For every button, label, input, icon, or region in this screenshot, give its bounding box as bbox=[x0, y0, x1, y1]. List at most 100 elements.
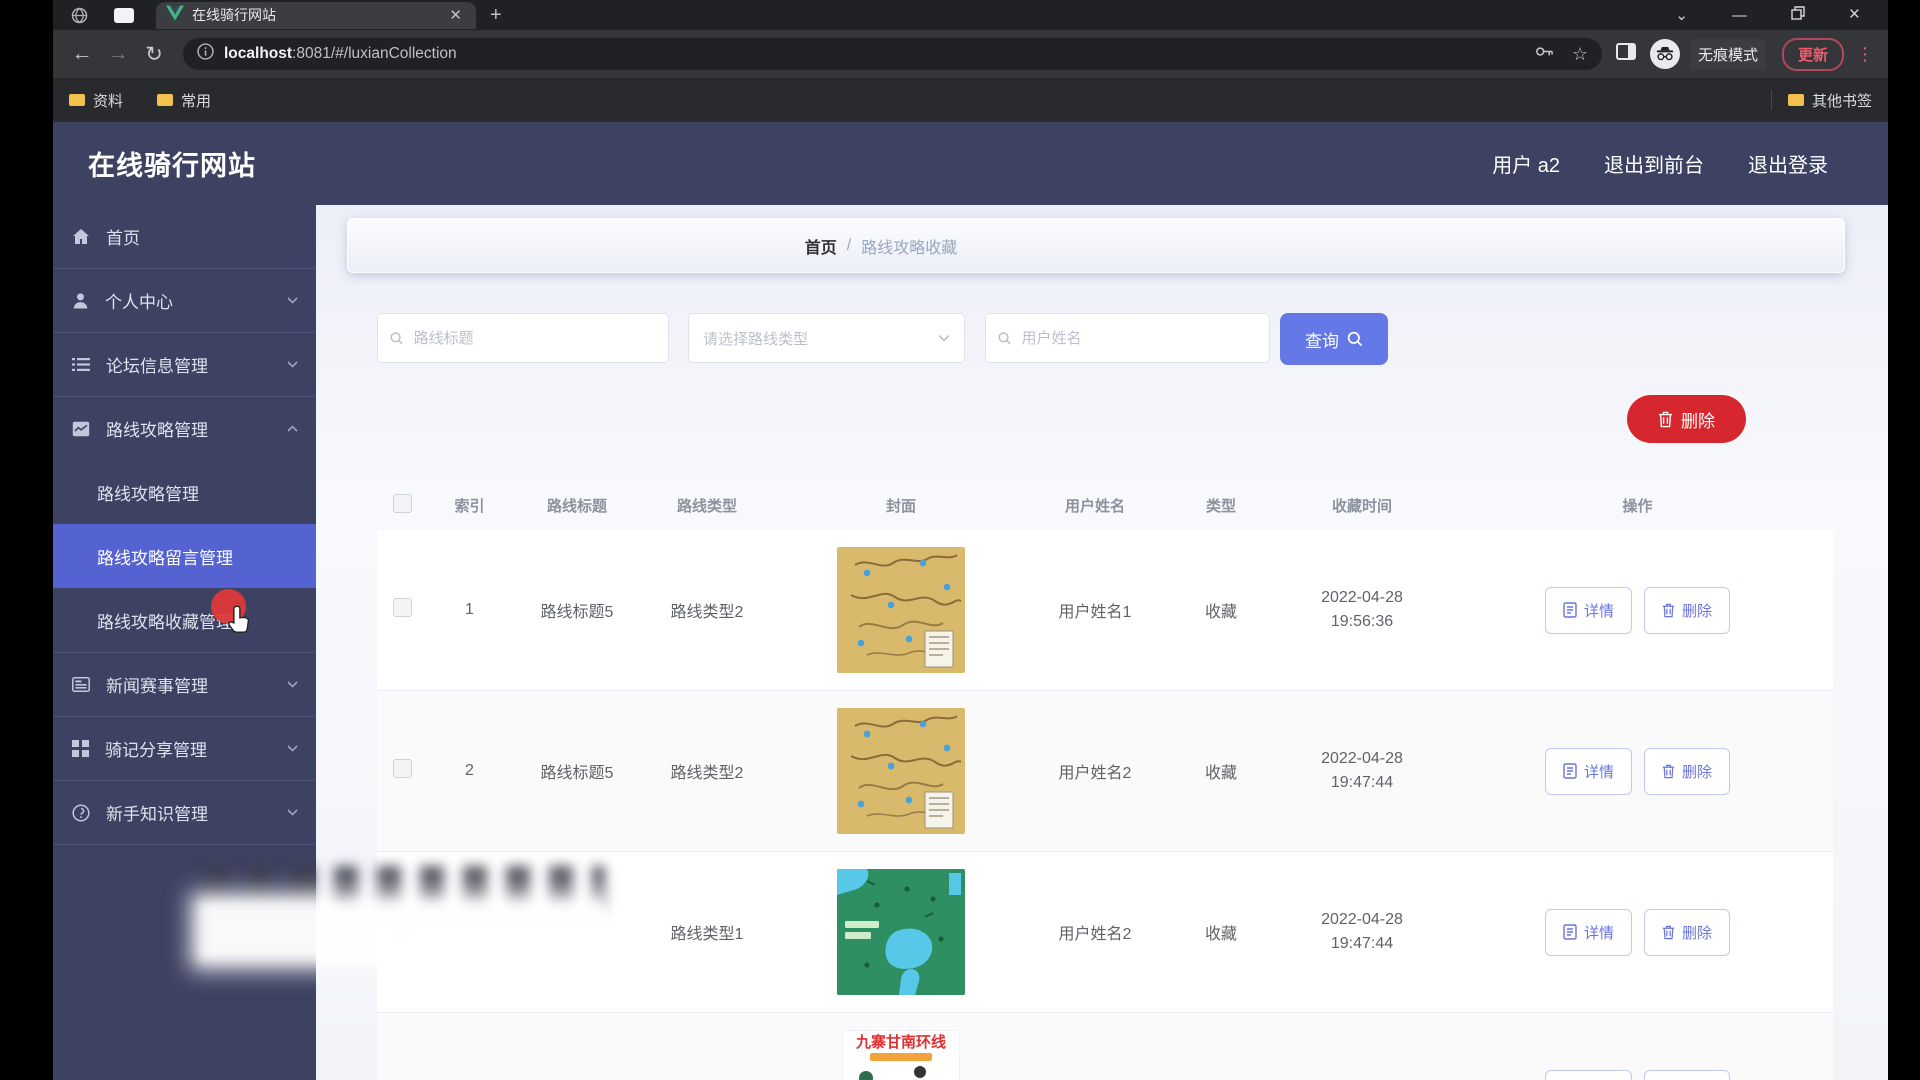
restore-icon[interactable] bbox=[1791, 6, 1805, 24]
document-icon bbox=[1563, 602, 1577, 618]
minimize-icon[interactable]: — bbox=[1732, 7, 1747, 24]
detail-button[interactable]: 详情 bbox=[1545, 1070, 1632, 1080]
user-name-input[interactable] bbox=[1020, 329, 1257, 348]
document-icon bbox=[1563, 763, 1577, 779]
detail-button[interactable]: 详情 bbox=[1545, 587, 1632, 634]
cell-type: 路线类型1 bbox=[642, 920, 772, 944]
select-all-checkbox[interactable] bbox=[393, 494, 412, 513]
col-time: 收藏时间 bbox=[1282, 495, 1442, 516]
site-info-icon[interactable] bbox=[197, 43, 214, 65]
cell-kind: 收藏 bbox=[1160, 598, 1282, 622]
exit-to-front-link[interactable]: 退出到前台 bbox=[1604, 149, 1704, 178]
route-title-field[interactable] bbox=[377, 313, 669, 363]
cell-time: 2022-04-2819:56:36 bbox=[1282, 586, 1442, 634]
detail-button[interactable]: 详情 bbox=[1545, 909, 1632, 956]
row-delete-button[interactable]: 删除 bbox=[1644, 909, 1730, 956]
col-title: 路线标题 bbox=[512, 495, 642, 516]
row-delete-button[interactable]: 删除 bbox=[1644, 587, 1730, 634]
row-checkbox[interactable] bbox=[393, 759, 412, 778]
table-row: 1 路线标题5 路线类型2 用户姓名1 收藏 2022-04-2819:56:3… bbox=[377, 530, 1833, 691]
breadcrumb-separator: / bbox=[847, 237, 851, 255]
logout-link[interactable]: 退出登录 bbox=[1748, 149, 1828, 178]
table-header: 索引 路线标题 路线类型 封面 用户姓名 类型 收藏时间 操作 bbox=[377, 480, 1833, 530]
row-checkbox[interactable] bbox=[393, 598, 412, 617]
search-icon bbox=[1347, 331, 1363, 347]
bulk-delete-button[interactable]: 删除 bbox=[1627, 395, 1746, 443]
bookmark-star-icon[interactable]: ☆ bbox=[1572, 44, 1588, 65]
browser-tab[interactable]: 在线骑行网站 ✕ bbox=[156, 2, 476, 29]
cell-index: 2 bbox=[427, 762, 512, 780]
chevron-down-icon bbox=[938, 334, 950, 342]
breadcrumb-home[interactable]: 首页 bbox=[805, 234, 837, 258]
cell-time: 2022-04-2819:47:44 bbox=[1282, 908, 1442, 956]
current-user[interactable]: 用户 a2 bbox=[1492, 149, 1560, 178]
query-button[interactable]: 查询 bbox=[1280, 313, 1388, 365]
tab-strip: 在线骑行网站 ✕ + ⌄ — × bbox=[53, 0, 1888, 30]
forward-icon[interactable]: → bbox=[103, 42, 133, 66]
breadcrumb-current: 路线攻略收藏 bbox=[861, 234, 957, 258]
sidebar-item-route-guide[interactable]: 路线攻略管理 bbox=[53, 397, 316, 460]
incognito-icon[interactable] bbox=[1650, 39, 1680, 69]
password-key-icon[interactable] bbox=[1535, 45, 1554, 63]
cover-image[interactable] bbox=[772, 708, 1030, 834]
new-tab-icon[interactable]: + bbox=[490, 4, 502, 27]
document-icon bbox=[1563, 924, 1577, 940]
cell-title: 路线标题5 bbox=[512, 598, 642, 622]
cover-image[interactable] bbox=[772, 547, 1030, 673]
table-row: 2 路线标题5 路线类型2 用户姓名2 收藏 2022-04-2819:47:4… bbox=[377, 691, 1833, 852]
cell-user: 用户姓名2 bbox=[1030, 759, 1160, 783]
cell-kind: 收藏 bbox=[1160, 920, 1282, 944]
col-actions: 操作 bbox=[1442, 495, 1833, 516]
detail-button[interactable]: 详情 bbox=[1545, 748, 1632, 795]
sidebar-item-forum-info[interactable]: 论坛信息管理 bbox=[53, 333, 316, 396]
list-icon bbox=[72, 357, 90, 372]
back-icon[interactable]: ← bbox=[67, 42, 97, 66]
sidebar-subitem-route-guide-collection[interactable]: 路线攻略收藏管理 bbox=[53, 588, 316, 652]
other-bookmarks[interactable]: 其他书签 bbox=[1788, 90, 1872, 111]
breadcrumb: 首页 / 路线攻略收藏 bbox=[347, 218, 1845, 273]
update-button[interactable]: 更新 bbox=[1782, 38, 1844, 71]
col-type: 路线类型 bbox=[642, 495, 772, 516]
globe-icon bbox=[71, 7, 88, 24]
bookmark-folder[interactable]: 资料 bbox=[69, 90, 123, 111]
user-name-field[interactable] bbox=[985, 313, 1270, 363]
pinned-app-icon[interactable] bbox=[114, 8, 134, 23]
chevron-down-icon bbox=[287, 361, 298, 368]
route-title-input[interactable] bbox=[412, 329, 656, 348]
chevron-down-icon bbox=[287, 809, 298, 816]
divider bbox=[1771, 90, 1772, 110]
cover-image[interactable] bbox=[772, 869, 1030, 995]
user-icon bbox=[72, 292, 89, 309]
cell-index: 1 bbox=[427, 601, 512, 619]
sidebar-item-riding-share[interactable]: 骑记分享管理 bbox=[53, 717, 316, 780]
address-bar[interactable]: localhost:8081/#/luxianCollection ☆ bbox=[183, 38, 1602, 70]
close-window-icon[interactable]: × bbox=[1849, 4, 1860, 26]
vue-favicon bbox=[166, 5, 184, 26]
sidebar-subitem-route-guide-manage[interactable]: 路线攻略管理 bbox=[53, 460, 316, 524]
route-type-select[interactable]: 请选择路线类型 bbox=[688, 313, 965, 363]
search-icon bbox=[998, 331, 1012, 346]
side-panel-icon[interactable] bbox=[1616, 43, 1636, 65]
sidebar-item-beginner-knowledge[interactable]: 新手知识管理 bbox=[53, 781, 316, 844]
cell-time: 2022-04-2819:47:44 bbox=[1282, 747, 1442, 795]
cell-kind: 收藏 bbox=[1160, 759, 1282, 783]
incognito-label: 无痕模式 bbox=[1690, 39, 1766, 70]
row-delete-button[interactable]: 删除 bbox=[1644, 748, 1730, 795]
folder-icon bbox=[1788, 94, 1804, 106]
tab-close-icon[interactable]: ✕ bbox=[445, 6, 466, 24]
cell-user: 用户姓名2 bbox=[1030, 920, 1160, 944]
row-delete-button[interactable]: 删除 bbox=[1644, 1070, 1730, 1080]
web-page: 在线骑行网站 用户 a2 退出到前台 退出登录 首页 个人中心 bbox=[53, 122, 1888, 1080]
sidebar-item-home[interactable]: 首页 bbox=[53, 205, 316, 268]
cover-image[interactable]: 九寨甘南环线 bbox=[772, 1030, 1030, 1080]
divider bbox=[53, 844, 316, 845]
reload-icon[interactable]: ↻ bbox=[139, 42, 169, 67]
window-menu-icon[interactable]: ⌄ bbox=[1675, 6, 1688, 24]
browser-menu-icon[interactable]: ⋮ bbox=[1856, 44, 1874, 65]
sidebar-subitem-route-guide-message[interactable]: 路线攻略留言管理 bbox=[53, 524, 316, 588]
sidebar-item-news-events[interactable]: 新闻赛事管理 bbox=[53, 653, 316, 716]
bookmark-folder[interactable]: 常用 bbox=[157, 90, 211, 111]
search-icon bbox=[390, 331, 404, 346]
sidebar-item-personal-center[interactable]: 个人中心 bbox=[53, 269, 316, 332]
browser-toolbar: ← → ↻ localhost:8081/#/luxianCollection … bbox=[53, 30, 1888, 78]
